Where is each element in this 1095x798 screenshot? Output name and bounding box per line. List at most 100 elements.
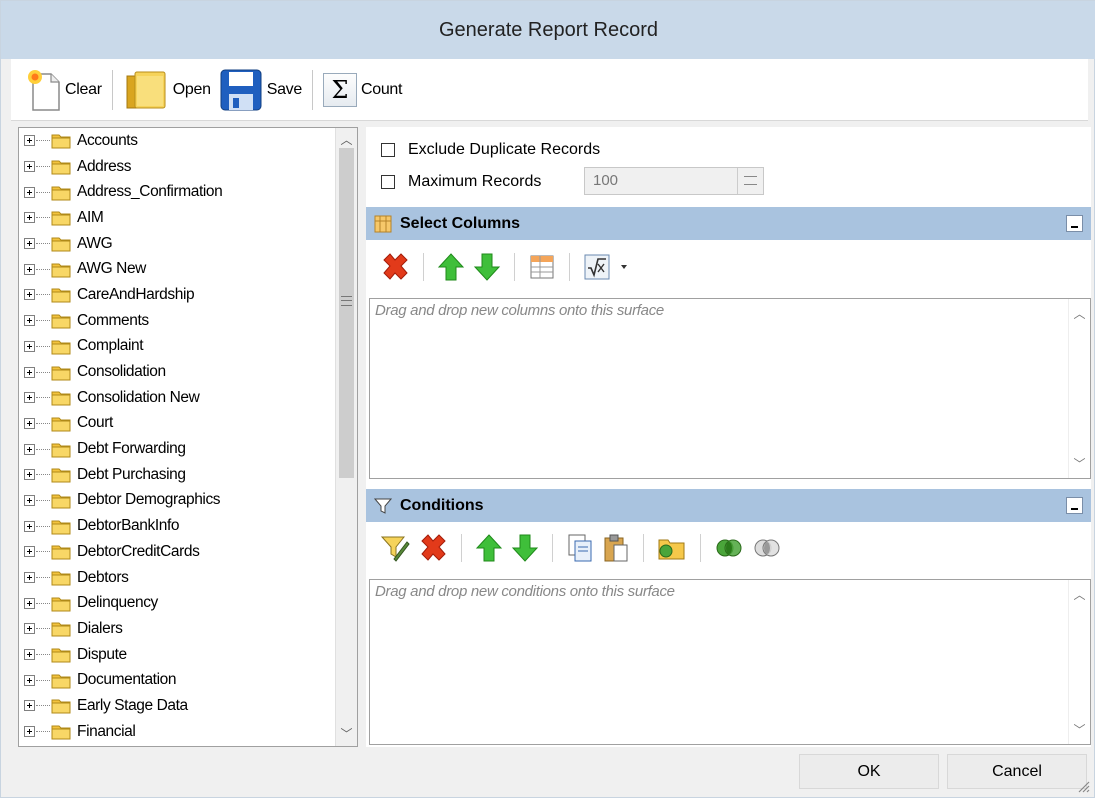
- expand-plus-icon[interactable]: [24, 186, 35, 198]
- tree-item[interactable]: Consolidation New: [19, 385, 335, 411]
- tree-item[interactable]: Delinquency: [19, 590, 335, 616]
- collapse-conditions-button[interactable]: [1066, 497, 1083, 514]
- tree-item[interactable]: Dispute: [19, 642, 335, 668]
- and-operator-icon[interactable]: [714, 536, 744, 560]
- tree-item[interactable]: Debt Forwarding: [19, 436, 335, 462]
- paste-icon[interactable]: [602, 533, 630, 563]
- scroll-up-icon[interactable]: ︿: [336, 130, 357, 150]
- expand-plus-icon[interactable]: [24, 520, 35, 532]
- formula-icon[interactable]: [583, 253, 611, 281]
- maximum-records-checkbox[interactable]: [381, 175, 395, 189]
- cancel-button[interactable]: Cancel: [947, 754, 1087, 789]
- move-down-icon[interactable]: [473, 252, 501, 282]
- delete-icon[interactable]: [418, 533, 448, 563]
- expand-plus-icon[interactable]: [24, 238, 35, 250]
- conditions-toolbar: [366, 528, 1091, 568]
- move-down-icon[interactable]: [511, 533, 539, 563]
- expand-plus-icon[interactable]: [24, 597, 35, 609]
- dropdown-arrow-icon[interactable]: [619, 262, 629, 272]
- open-button[interactable]: Open: [119, 66, 215, 114]
- stepper-arrows-icon[interactable]: [737, 168, 763, 194]
- folder-icon: [51, 622, 71, 637]
- move-up-icon[interactable]: [475, 533, 503, 563]
- tree-item[interactable]: CareAndHardship: [19, 282, 335, 308]
- tree-item[interactable]: Court: [19, 411, 335, 437]
- tree-item[interactable]: Consolidation: [19, 359, 335, 385]
- tree-item[interactable]: Debtors: [19, 565, 335, 591]
- scroll-down-icon[interactable]: ﹀: [1069, 455, 1090, 472]
- tree-item[interactable]: Address: [19, 154, 335, 180]
- scroll-down-icon[interactable]: ﹀: [1069, 721, 1090, 738]
- expand-plus-icon[interactable]: [24, 494, 35, 506]
- conditions-scrollbar[interactable]: ︿ ﹀: [1068, 580, 1090, 744]
- expand-plus-icon[interactable]: [24, 366, 35, 378]
- columns-drop-surface[interactable]: Drag and drop new columns onto this surf…: [369, 298, 1091, 479]
- maximum-records-option[interactable]: Maximum Records: [381, 173, 541, 191]
- expand-plus-icon[interactable]: [24, 315, 35, 327]
- scrollbar-thumb[interactable]: [339, 148, 354, 478]
- tree-item[interactable]: Address_Confirmation: [19, 179, 335, 205]
- tree-item[interactable]: DebtorCreditCards: [19, 539, 335, 565]
- delete-icon[interactable]: [380, 252, 410, 282]
- expand-plus-icon[interactable]: [24, 469, 35, 481]
- count-button[interactable]: Σ Count: [319, 66, 406, 114]
- expand-plus-icon[interactable]: [24, 340, 35, 352]
- tree-connector: [36, 448, 50, 450]
- tree-item[interactable]: Complaint: [19, 334, 335, 360]
- or-operator-icon[interactable]: [752, 536, 782, 560]
- table-tree[interactable]: Accounts Address Address_Confirmation AIM AW…: [18, 127, 358, 747]
- resize-grip-icon[interactable]: [1076, 779, 1090, 793]
- tree-item[interactable]: DebtorBankInfo: [19, 513, 335, 539]
- folder-icon: [51, 725, 71, 740]
- tree-item[interactable]: AWG: [19, 231, 335, 257]
- expand-plus-icon[interactable]: [24, 726, 35, 738]
- expand-plus-icon[interactable]: [24, 212, 35, 224]
- tree-scrollbar[interactable]: ︿ ﹀: [335, 128, 357, 746]
- tree-item[interactable]: AWG New: [19, 256, 335, 282]
- expand-plus-icon[interactable]: [24, 443, 35, 455]
- copy-icon[interactable]: [566, 533, 594, 563]
- tree-item[interactable]: Documentation: [19, 667, 335, 693]
- expand-plus-icon[interactable]: [24, 700, 35, 712]
- tree-item-label: Debt Purchasing: [77, 465, 186, 483]
- conditions-title: Conditions: [400, 496, 484, 514]
- tree-item[interactable]: Debt Purchasing: [19, 462, 335, 488]
- expand-plus-icon[interactable]: [24, 623, 35, 635]
- expand-plus-icon[interactable]: [24, 649, 35, 661]
- tree-item[interactable]: Dialers: [19, 616, 335, 642]
- ok-button[interactable]: OK: [799, 754, 939, 789]
- expand-plus-icon[interactable]: [24, 289, 35, 301]
- expand-plus-icon[interactable]: [24, 572, 35, 584]
- column-grid-icon[interactable]: [528, 253, 556, 281]
- tree-item[interactable]: Early Stage Data: [19, 693, 335, 719]
- expand-plus-icon[interactable]: [24, 392, 35, 404]
- tree-item[interactable]: Accounts: [19, 128, 335, 154]
- save-button[interactable]: Save: [215, 66, 306, 114]
- expand-plus-icon[interactable]: [24, 263, 35, 275]
- tree-item[interactable]: AIM: [19, 205, 335, 231]
- clear-button[interactable]: Clear: [23, 66, 106, 114]
- scroll-up-icon[interactable]: ︿: [1069, 305, 1090, 322]
- sigma-icon: Σ: [322, 72, 357, 107]
- group-folder-icon[interactable]: [657, 533, 687, 563]
- expand-plus-icon[interactable]: [24, 674, 35, 686]
- tree-item[interactable]: Comments: [19, 308, 335, 334]
- save-label: Save: [266, 80, 303, 98]
- tree-item[interactable]: Debtor Demographics: [19, 488, 335, 514]
- tree-item[interactable]: Financial: [19, 719, 335, 745]
- filter-edit-icon[interactable]: [380, 533, 410, 563]
- scroll-up-icon[interactable]: ︿: [1069, 586, 1090, 603]
- scroll-down-icon[interactable]: ﹀: [336, 724, 357, 744]
- conditions-drop-surface[interactable]: Drag and drop new conditions onto this s…: [369, 579, 1091, 745]
- expand-plus-icon[interactable]: [24, 161, 35, 173]
- columns-scrollbar[interactable]: ︿ ﹀: [1068, 299, 1090, 478]
- collapse-columns-button[interactable]: [1066, 215, 1083, 232]
- move-up-icon[interactable]: [437, 252, 465, 282]
- expand-plus-icon[interactable]: [24, 417, 35, 429]
- exclude-duplicates-checkbox[interactable]: [381, 143, 395, 157]
- tree-item-label: Debtor Demographics: [77, 491, 221, 509]
- expand-plus-icon[interactable]: [24, 546, 35, 558]
- maximum-records-stepper[interactable]: 100: [584, 167, 764, 195]
- expand-plus-icon[interactable]: [24, 135, 35, 147]
- exclude-duplicates-option[interactable]: Exclude Duplicate Records: [381, 141, 600, 159]
